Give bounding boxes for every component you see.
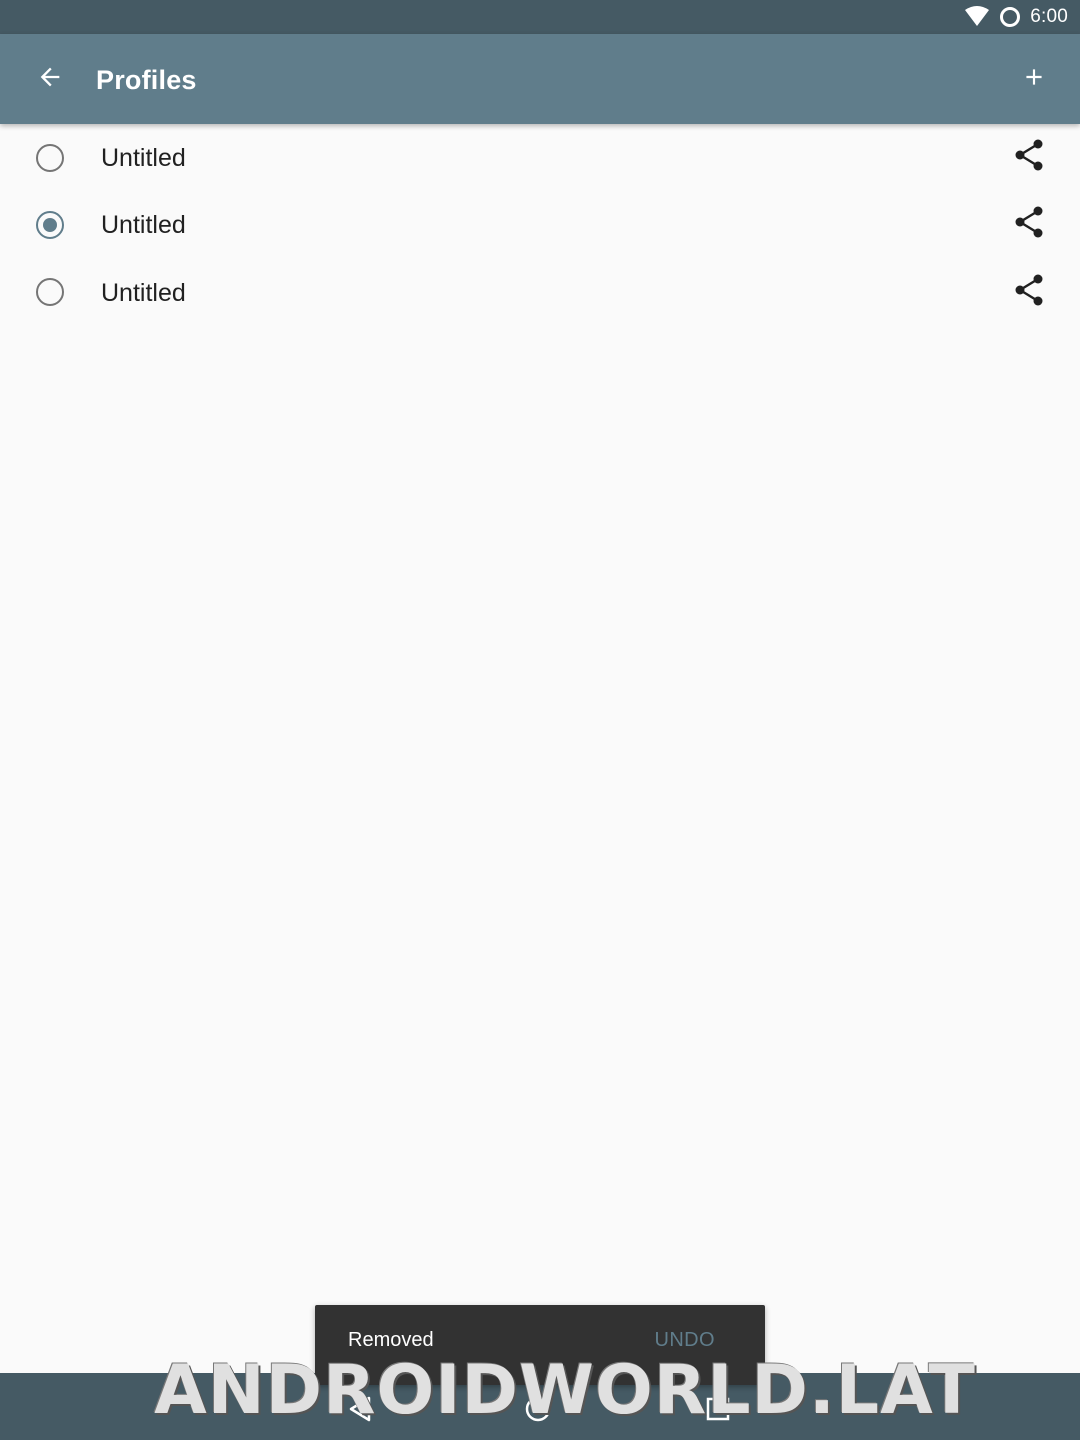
snackbar: Removed UNDO	[315, 1305, 765, 1385]
share-icon	[1014, 139, 1044, 176]
profile-radio-button[interactable]	[36, 278, 64, 307]
share-icon	[1014, 206, 1044, 243]
share-icon	[1014, 274, 1044, 311]
profile-label: Untitled	[101, 144, 186, 172]
profile-list: Untitled Untitled Untitled	[0, 124, 1080, 326]
recents-square-icon[interactable]	[698, 1389, 738, 1429]
app-bar: Profiles	[0, 34, 1080, 124]
profile-list-item[interactable]: Untitled	[0, 259, 1080, 327]
home-circle-icon[interactable]	[518, 1389, 558, 1429]
share-button[interactable]	[1002, 268, 1056, 316]
profile-radio-button-selected[interactable]	[36, 210, 64, 239]
arrow-left-icon	[36, 63, 64, 96]
status-time: 6:00	[1030, 6, 1068, 27]
wifi-icon	[964, 6, 990, 28]
profile-list-item[interactable]: Untitled	[0, 191, 1080, 259]
add-profile-button[interactable]	[1010, 55, 1058, 103]
sync-circle-icon	[998, 5, 1022, 29]
back-triangle-icon[interactable]	[340, 1389, 380, 1429]
page-title: Profiles	[96, 65, 197, 95]
share-button[interactable]	[1002, 134, 1056, 182]
snackbar-message: Removed	[348, 1329, 434, 1351]
back-button[interactable]	[26, 55, 74, 103]
status-bar: 6:00	[0, 0, 1080, 34]
profile-label: Untitled	[101, 278, 186, 307]
profile-label: Untitled	[101, 211, 186, 239]
share-button[interactable]	[1002, 201, 1056, 249]
plus-icon	[1021, 64, 1047, 95]
profile-list-item[interactable]: Untitled	[0, 124, 1080, 191]
undo-button[interactable]: UNDO	[655, 1305, 716, 1373]
profile-radio-button[interactable]	[36, 143, 64, 172]
